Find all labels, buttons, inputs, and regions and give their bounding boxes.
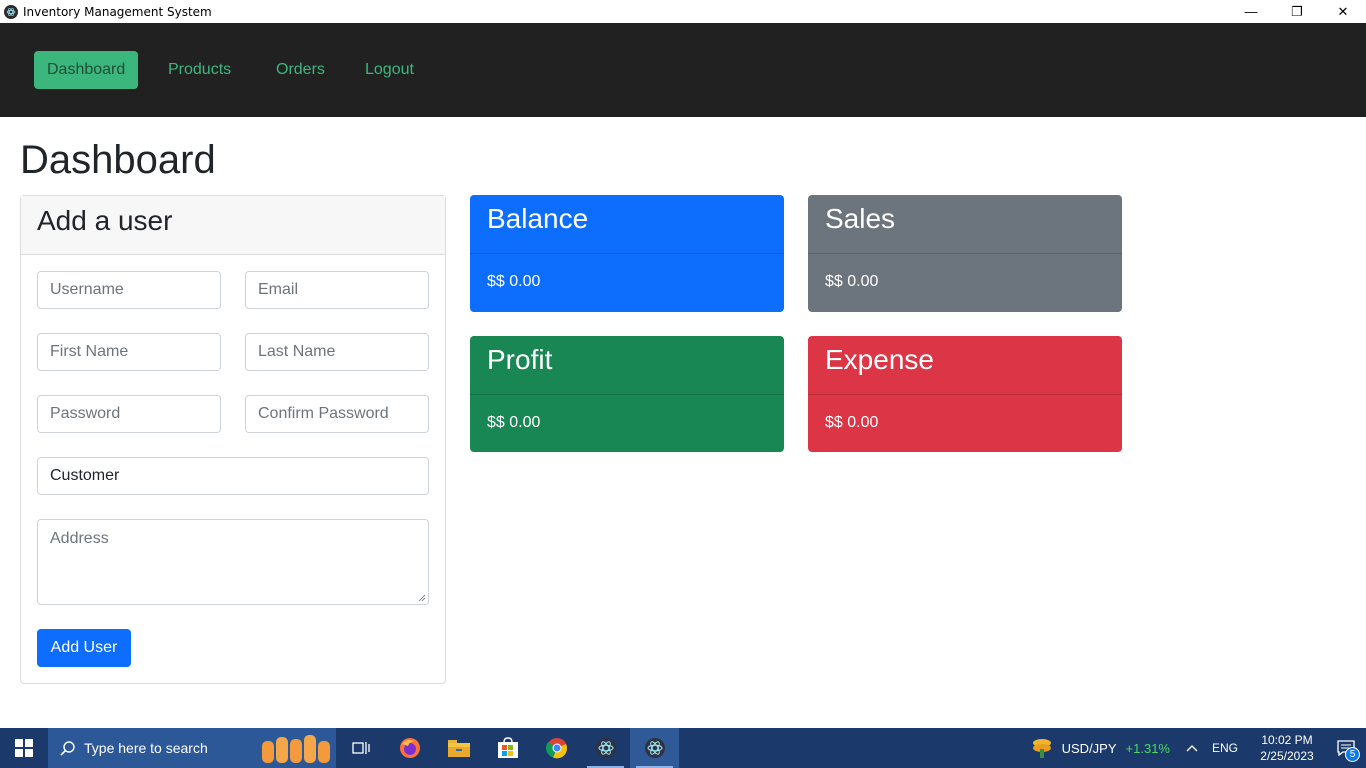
window-title-bar: Inventory Management System — ❐ ✕: [0, 0, 1366, 23]
address-textarea[interactable]: Address: [37, 519, 429, 605]
add-user-button[interactable]: Add User: [37, 629, 131, 667]
add-user-card: Add a user Username Email First Name Las…: [20, 195, 446, 684]
language-indicator[interactable]: ENG: [1212, 741, 1238, 755]
sales-card: Sales $$ 0.00: [808, 195, 1122, 312]
balance-card-value: $$ 0.00: [487, 273, 541, 290]
profit-card-title: Profit: [470, 336, 784, 395]
expense-card-title: Expense: [808, 336, 1122, 395]
nav-logout[interactable]: Logout: [352, 51, 427, 89]
role-select[interactable]: Customer: [37, 457, 429, 495]
chevron-up-icon[interactable]: [1186, 744, 1198, 752]
taskbar-electron-app-1[interactable]: [581, 728, 630, 768]
top-navbar: Dashboard Products Orders Logout: [0, 23, 1366, 117]
expense-card-value: $$ 0.00: [825, 414, 879, 431]
sales-card-title: Sales: [808, 195, 1122, 254]
window-title: Inventory Management System: [23, 4, 212, 19]
currency-pair[interactable]: USD/JPY: [1062, 741, 1117, 756]
search-highlight-art-icon: [262, 735, 330, 763]
expense-card: Expense $$ 0.00: [808, 336, 1122, 452]
system-tray: USD/JPY +1.31% ENG 10:02 PM 2/25/2023 5: [1030, 728, 1366, 768]
chrome-icon: [545, 738, 567, 759]
page-title: Dashboard: [20, 138, 216, 182]
minimize-button[interactable]: —: [1228, 0, 1274, 23]
address-placeholder: Address: [50, 530, 109, 547]
clock-date: 2/25/2023: [1260, 749, 1314, 763]
add-user-card-header: Add a user: [21, 196, 445, 255]
profit-card-value: $$ 0.00: [487, 414, 541, 431]
taskbar-search-box[interactable]: Type here to search: [48, 728, 336, 768]
file-explorer-icon: [447, 740, 470, 757]
search-icon: [60, 741, 75, 756]
task-view-icon: [351, 742, 370, 754]
electron-app-icon: [644, 738, 665, 758]
close-button[interactable]: ✕: [1320, 0, 1366, 23]
currency-widget-icon[interactable]: [1030, 737, 1054, 759]
taskbar-file-explorer[interactable]: [434, 728, 483, 768]
nav-products[interactable]: Products: [155, 51, 244, 89]
balance-card-title: Balance: [470, 195, 784, 254]
notification-center-button[interactable]: 5: [1326, 728, 1366, 768]
windows-logo-icon: [15, 739, 33, 757]
clock-time: 10:02 PM: [1261, 733, 1313, 747]
taskbar-chrome[interactable]: [532, 728, 581, 768]
start-button[interactable]: [0, 728, 48, 768]
last-name-input[interactable]: Last Name: [245, 333, 429, 371]
first-name-input[interactable]: First Name: [37, 333, 221, 371]
taskbar-firefox[interactable]: [385, 728, 434, 768]
currency-change: +1.31%: [1125, 740, 1170, 756]
microsoft-store-icon: [497, 737, 518, 758]
username-input[interactable]: Username: [37, 271, 221, 309]
nav-dashboard[interactable]: Dashboard: [34, 51, 139, 89]
profit-card: Profit $$ 0.00: [470, 336, 784, 452]
notification-badge: 5: [1345, 747, 1360, 762]
electron-app-icon: [4, 4, 18, 19]
sales-card-value: $$ 0.00: [825, 273, 879, 290]
taskbar-clock[interactable]: 10:02 PM 2/25/2023: [1252, 732, 1322, 764]
taskbar-microsoft-store[interactable]: [483, 728, 532, 768]
taskbar-electron-app-2[interactable]: [630, 728, 679, 768]
electron-app-icon: [595, 738, 616, 758]
nav-orders[interactable]: Orders: [263, 51, 338, 89]
search-placeholder: Type here to search: [84, 740, 208, 756]
balance-card: Balance $$ 0.00: [470, 195, 784, 312]
firefox-icon: [399, 738, 420, 758]
confirm-password-input[interactable]: Confirm Password: [245, 395, 429, 433]
restore-button[interactable]: ❐: [1274, 0, 1320, 23]
task-view-button[interactable]: [336, 728, 385, 768]
windows-taskbar: Type here to search USD/JPY +1.31% ENG 1…: [0, 728, 1366, 768]
password-input[interactable]: Password: [37, 395, 221, 433]
resize-grip-icon[interactable]: [418, 594, 426, 602]
email-input[interactable]: Email: [245, 271, 429, 309]
